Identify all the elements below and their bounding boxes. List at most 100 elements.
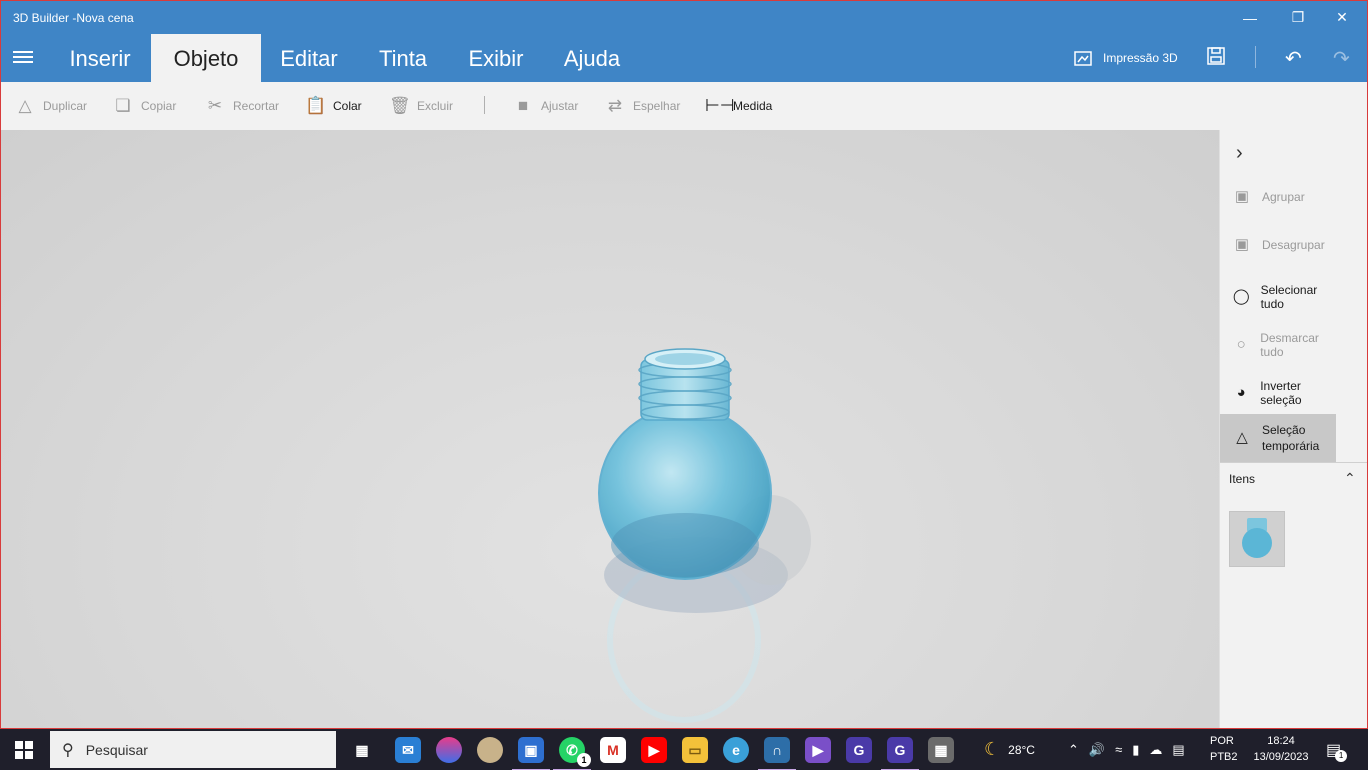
agrupar-label: Agrupar	[1262, 190, 1305, 204]
folder-icon[interactable]: ▭	[682, 737, 708, 763]
mail-icon[interactable]: ✉	[395, 737, 421, 763]
paste-icon: 📋	[305, 96, 327, 115]
medida-button[interactable]: ⊢⊣ Medida	[705, 96, 772, 116]
espelhar-label: Espelhar	[633, 99, 681, 113]
language-indicator[interactable]: POR PTB2	[1210, 733, 1238, 765]
restore-button[interactable]: ❐	[1275, 1, 1321, 34]
calculator-icon[interactable]: ▦	[928, 737, 954, 763]
menu-icon[interactable]	[13, 48, 33, 66]
selection-panel: › ▣ Agrupar ▣ Desagrupar ◯ Selecionar tu…	[1219, 130, 1367, 728]
excluir-label: Excluir	[417, 99, 454, 113]
start-button[interactable]	[0, 729, 48, 770]
chevron-up-tray-icon[interactable]: ⌃	[1068, 742, 1079, 758]
inverter-selecao-label: Inverter seleção	[1260, 379, 1302, 407]
moon-icon: ☾	[984, 739, 1001, 759]
gmail-icon[interactable]: M	[600, 737, 626, 763]
select-all-icon: ◯	[1232, 288, 1250, 305]
espelhar-button[interactable]: ⇄ Espelhar	[605, 96, 681, 116]
excluir-button[interactable]: 🗑 Excluir	[389, 96, 453, 116]
title-bar: 3D Builder -Nova cena — ❐ ✕	[1, 1, 1367, 34]
bottle-model[interactable]	[1, 130, 1219, 729]
selecionar-tudo-label: Selecionar tudo	[1260, 283, 1318, 311]
item-thumbnail[interactable]	[1229, 511, 1285, 567]
bottle-opening	[655, 353, 715, 365]
ajustar-label: Ajustar	[541, 99, 579, 113]
whatsapp-icon[interactable]: ✆ 1	[553, 737, 591, 770]
ajustar-button[interactable]: ■ Ajustar	[513, 96, 579, 116]
paint-drop-icon[interactable]	[436, 737, 462, 763]
notification-center[interactable]: ▤ 1	[1326, 729, 1353, 770]
lang-line1: POR	[1210, 735, 1234, 747]
copiar-button[interactable]: ❏ Copiar	[113, 96, 176, 116]
tab-exibir[interactable]: Exibir	[459, 34, 533, 82]
desagrupar-button[interactable]: ▣ Desagrupar	[1220, 235, 1338, 255]
3d-viewport[interactable]	[1, 130, 1219, 729]
security-icon[interactable]: ▤	[1172, 742, 1184, 758]
undo-icon[interactable]: ↶	[1285, 46, 1302, 71]
tab-tinta[interactable]: Tinta	[369, 34, 437, 82]
minimize-button[interactable]: —	[1227, 1, 1273, 34]
object-toolbar: △ Duplicar ❏ Copiar ✂ Recortar 📋 Colar 🗑…	[1, 82, 1367, 130]
duplicar-button[interactable]: △ Duplicar	[15, 96, 87, 116]
temporary-selection-icon: △	[1236, 429, 1248, 446]
redo-icon[interactable]: ↷	[1333, 46, 1350, 71]
agrupar-button[interactable]: ▣ Agrupar	[1220, 187, 1338, 207]
clipchamp-icon[interactable]: ▶	[805, 737, 831, 763]
search-icon: ⚲	[62, 741, 74, 759]
toolbar-separator	[484, 96, 485, 114]
header-divider	[1255, 46, 1256, 68]
panel-divider	[1220, 462, 1367, 463]
clock[interactable]: 18:24 13/09/2023	[1244, 733, 1318, 765]
weather-widget[interactable]: ☾ 28°C	[984, 729, 1035, 770]
ungroup-icon: ▣	[1234, 236, 1250, 253]
battery-icon[interactable]: ▮	[1132, 742, 1139, 758]
whatsapp-badge: 1	[577, 753, 591, 767]
windows-icon	[15, 740, 33, 759]
chevron-up-icon[interactable]: ⌃	[1344, 470, 1356, 487]
mirror-icon: ⇄	[607, 96, 623, 115]
paint-palette-icon[interactable]	[477, 737, 503, 763]
notification-badge: 1	[1335, 749, 1348, 762]
wifi-icon[interactable]: ≈	[1115, 742, 1122, 757]
edge-icon[interactable]: e	[723, 737, 749, 763]
3d-builder-icon[interactable]: ∩	[758, 737, 796, 770]
recortar-label: Recortar	[233, 99, 280, 113]
delete-icon: 🗑	[389, 96, 411, 115]
weather-temp: 28°C	[1008, 742, 1035, 757]
volume-icon[interactable]: 🔊	[1089, 742, 1105, 758]
recortar-button[interactable]: ✂ Recortar	[205, 96, 279, 116]
desmarcar-tudo-button[interactable]: ○ Desmarcar tudo	[1220, 331, 1338, 359]
duplicar-label: Duplicar	[43, 99, 88, 113]
colar-button[interactable]: 📋 Colar	[305, 96, 362, 116]
taskbar-search[interactable]: ⚲ Pesquisar	[50, 731, 336, 768]
colar-label: Colar	[333, 99, 362, 113]
duplicate-icon: △	[18, 96, 32, 115]
ribbon-tabs: Inserir Objeto Editar Tinta Exibir Ajuda…	[1, 34, 1367, 82]
desmarcar-tudo-label: Desmarcar tudo	[1260, 331, 1319, 359]
save-icon[interactable]	[1206, 46, 1226, 72]
selecionar-tudo-button[interactable]: ◯ Selecionar tudo	[1220, 283, 1338, 311]
inverter-selecao-button[interactable]: ◕ Inverter seleção	[1220, 379, 1338, 407]
copy-icon: ❏	[115, 96, 131, 115]
print-3d-icon	[1074, 51, 1092, 66]
chevron-right-icon[interactable]: ›	[1236, 142, 1243, 165]
selecao-temporaria-button[interactable]: △ Seleção temporária	[1220, 414, 1336, 462]
tab-inserir[interactable]: Inserir	[59, 34, 141, 82]
cut-icon: ✂	[207, 96, 223, 115]
cloud-icon[interactable]: ☁	[1149, 742, 1162, 758]
search-placeholder: Pesquisar	[85, 741, 148, 758]
items-label: Itens	[1229, 472, 1256, 486]
tab-editar[interactable]: Editar	[271, 34, 347, 82]
app-g-icon[interactable]: G	[846, 737, 872, 763]
settle-icon: ■	[517, 96, 529, 115]
print-3d-button[interactable]: Impressão 3D	[1073, 48, 1178, 68]
tab-ajuda[interactable]: Ajuda	[553, 34, 631, 82]
close-button[interactable]: ✕	[1319, 1, 1365, 34]
task-view-icon[interactable]: ▦	[349, 737, 375, 763]
tab-objeto[interactable]: Objeto	[151, 34, 261, 82]
store-icon[interactable]: ▣	[512, 737, 550, 770]
youtube-icon[interactable]: ▶	[641, 737, 667, 763]
app-g2-icon[interactable]: G	[881, 737, 919, 770]
measure-icon: ⊢⊣	[705, 96, 735, 115]
clock-date: 13/09/2023	[1253, 751, 1309, 763]
